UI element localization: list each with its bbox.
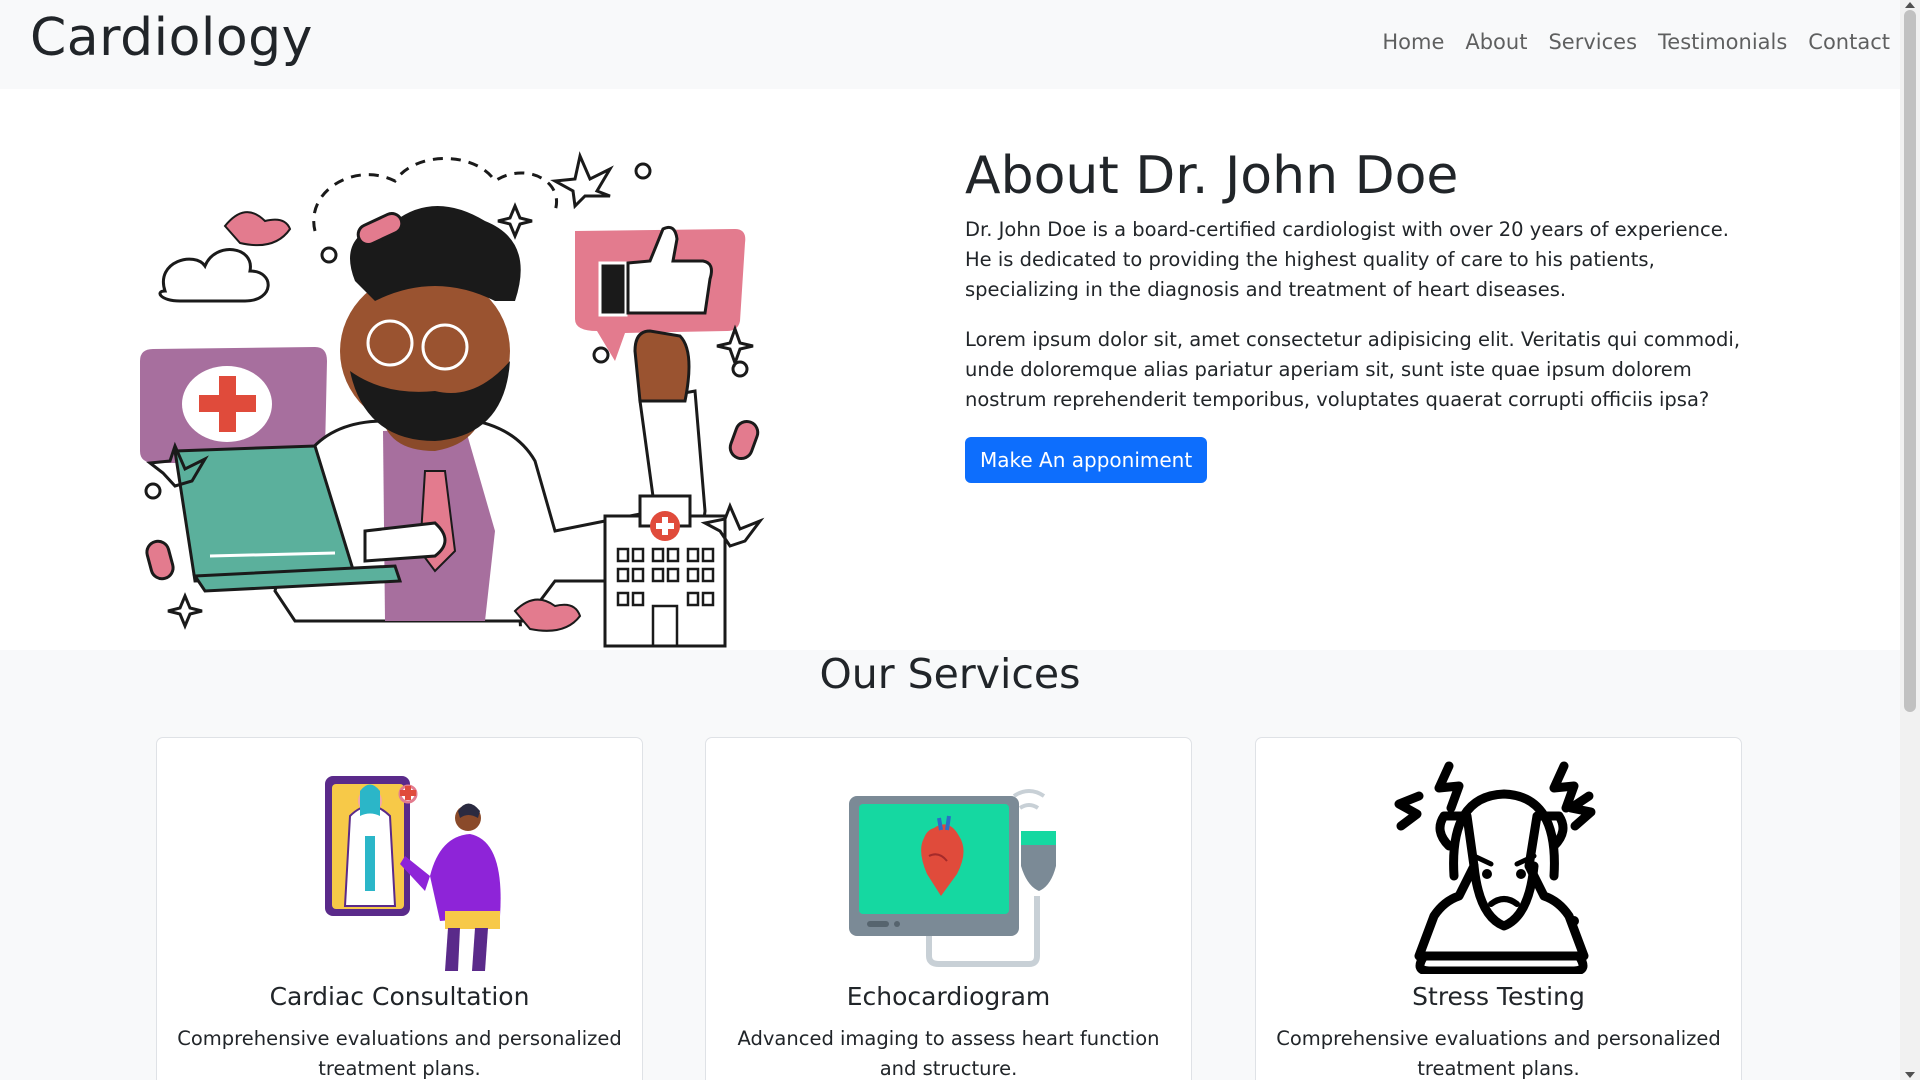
nav-link-testimonials[interactable]: Testimonials xyxy=(1658,30,1787,54)
nav-link-services[interactable]: Services xyxy=(1548,30,1637,54)
about-paragraph-2: Lorem ipsum dolor sit, amet consectetur … xyxy=(965,327,1741,411)
card-title: Cardiac Consultation xyxy=(269,982,530,1011)
navbar: Cardiology Home About Services Testimoni… xyxy=(0,0,1900,89)
scroll-up-arrow-icon[interactable] xyxy=(1905,2,1915,8)
page-scrollbar[interactable] xyxy=(1900,0,1920,1080)
services-title: Our Services xyxy=(819,650,1081,698)
scrollbar-thumb[interactable] xyxy=(1904,10,1916,712)
echocardiogram-monitor-icon xyxy=(848,789,1056,967)
doctor-consultation-icon xyxy=(324,776,501,971)
nav-link-about[interactable]: About xyxy=(1465,30,1527,54)
nav-link-contact[interactable]: Contact xyxy=(1808,30,1890,54)
make-appointment-button[interactable]: Make An apponiment xyxy=(965,436,1208,483)
about-section: About Dr. John Doe Dr. John Doe is a boa… xyxy=(0,89,1900,650)
service-card-cardiac-consultation[interactable]: Cardiac Consultation Comprehensive evalu… xyxy=(156,737,643,1080)
brand-logo[interactable]: Cardiology xyxy=(30,8,313,68)
about-title: About Dr. John Doe xyxy=(965,146,1459,206)
nav-links: Home About Services Testimonials Contact xyxy=(1382,30,1890,54)
card-text: Advanced imaging to assess heart functio… xyxy=(737,1027,1160,1080)
stressed-person-icon xyxy=(1394,761,1595,974)
card-title: Echocardiogram xyxy=(846,982,1051,1011)
nav-link-home[interactable]: Home xyxy=(1382,30,1444,54)
doctor-illustration xyxy=(140,151,765,648)
service-card-stress-testing[interactable]: Stress Testing Comprehensive evaluations… xyxy=(1255,737,1742,1080)
about-paragraph-1: Dr. John Doe is a board-certified cardio… xyxy=(965,217,1729,301)
service-card-echocardiogram[interactable]: Echocardiogram Advanced imaging to asses… xyxy=(705,737,1192,1080)
scroll-down-arrow-icon[interactable] xyxy=(1905,1072,1915,1078)
card-text: Comprehensive evaluations and personaliz… xyxy=(1276,1027,1721,1080)
card-title: Stress Testing xyxy=(1412,982,1585,1011)
about-content: About Dr. John Doe Dr. John Doe is a boa… xyxy=(965,146,1755,483)
services-section: Our Services Cardiac Consultation Compre… xyxy=(0,650,1900,1080)
card-text: Comprehensive evaluations and personaliz… xyxy=(177,1027,622,1080)
